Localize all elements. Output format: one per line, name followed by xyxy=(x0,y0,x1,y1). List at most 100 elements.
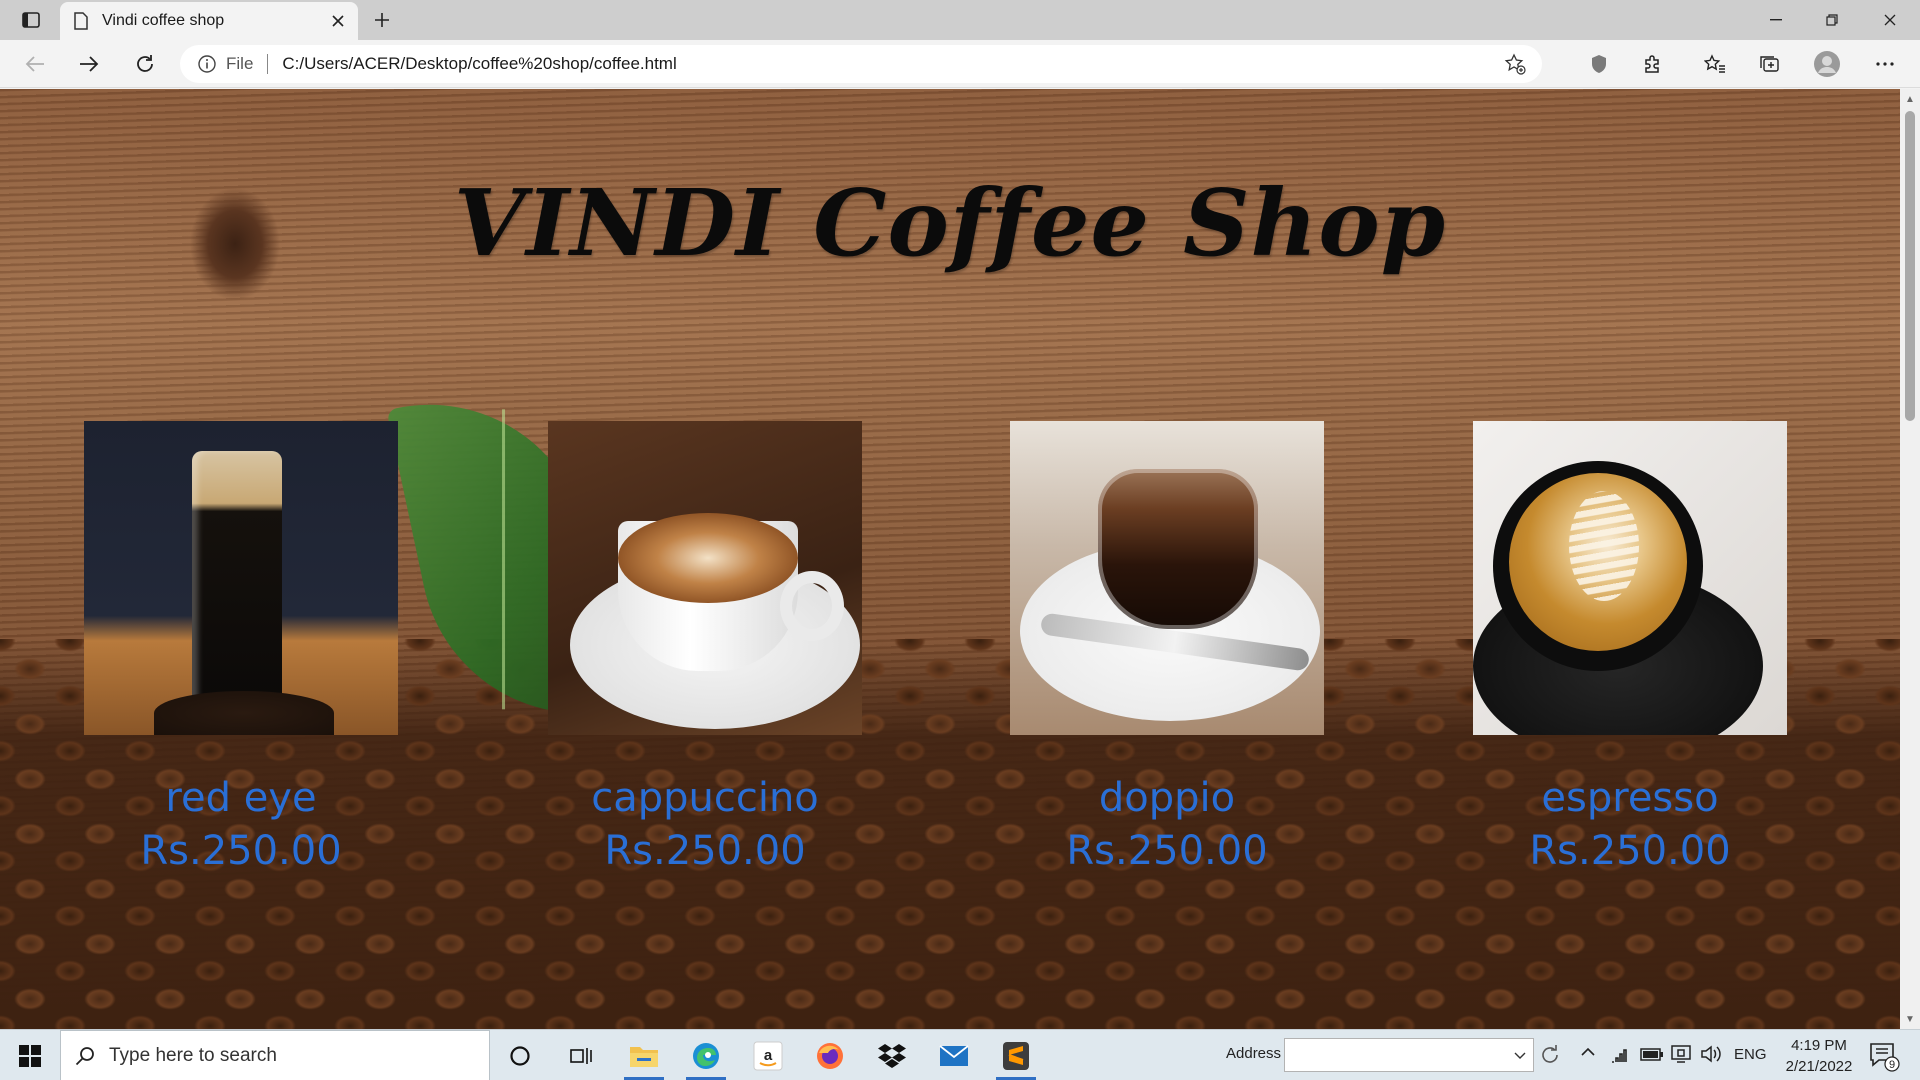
devices-icon[interactable] xyxy=(1670,1044,1692,1064)
mail-button[interactable] xyxy=(928,1034,980,1078)
address-bar[interactable]: File C:/Users/ACER/Desktop/coffee%20shop… xyxy=(180,45,1542,83)
product-price: Rs.250.00 xyxy=(1529,828,1731,874)
favorites-button[interactable] xyxy=(1698,48,1732,80)
page-icon xyxy=(74,12,88,30)
product-name: doppio xyxy=(1098,775,1236,821)
tab-title: Vindi coffee shop xyxy=(102,12,225,29)
windows-icon xyxy=(19,1045,41,1067)
clock[interactable]: 4:19 PM 2/21/2022 xyxy=(1774,1035,1864,1077)
taskbar-search[interactable]: Type here to search xyxy=(60,1030,490,1080)
browser-toolbar: File C:/Users/ACER/Desktop/coffee%20shop… xyxy=(0,40,1920,88)
product-card-red-eye: red eye Rs.250.00 xyxy=(84,421,398,881)
amazon-button[interactable]: a xyxy=(742,1034,794,1078)
coffee-grounds xyxy=(154,691,334,735)
product-price: Rs.250.00 xyxy=(1066,828,1268,874)
collections-button[interactable] xyxy=(1752,48,1786,80)
task-view-button[interactable] xyxy=(556,1034,608,1078)
clock-time: 4:19 PM xyxy=(1791,1037,1847,1054)
notification-center-icon[interactable]: 9 xyxy=(1868,1040,1900,1072)
task-view-icon xyxy=(570,1048,592,1064)
espresso-photo xyxy=(1473,421,1787,735)
minimize-button[interactable] xyxy=(1748,0,1804,40)
file-explorer-button[interactable] xyxy=(618,1034,670,1080)
folder-icon xyxy=(630,1047,658,1067)
firefox-button[interactable] xyxy=(804,1034,856,1078)
product-name: cappuccino xyxy=(591,775,819,821)
product-card-doppio: doppio Rs.250.00 xyxy=(1010,421,1324,881)
network-icon[interactable] xyxy=(1610,1044,1632,1064)
cup-handle xyxy=(780,571,844,641)
edge-icon xyxy=(693,1043,719,1069)
sublime-text-button[interactable] xyxy=(990,1034,1042,1080)
chevron-down-icon[interactable] xyxy=(1513,1048,1527,1062)
cortana-button[interactable] xyxy=(494,1034,546,1078)
product-card-espresso: espresso Rs.250.00 xyxy=(1473,421,1787,881)
volume-icon[interactable] xyxy=(1700,1044,1722,1064)
firefox-icon xyxy=(817,1043,843,1069)
vertical-scrollbar[interactable]: ▲ ▼ xyxy=(1900,89,1920,1029)
browser-tab[interactable]: Vindi coffee shop xyxy=(60,2,358,40)
page-viewport: VINDI Coffee Shop red eye Rs.250.00 capp… xyxy=(0,89,1900,1029)
address-toolbar-label: Address xyxy=(1226,1045,1282,1062)
refresh-button[interactable] xyxy=(128,48,162,80)
start-button[interactable] xyxy=(8,1036,52,1076)
close-window-button[interactable] xyxy=(1862,0,1918,40)
cortana-icon xyxy=(510,1046,530,1066)
amazon-icon: a xyxy=(753,1041,783,1071)
product-price: Rs.250.00 xyxy=(604,828,806,874)
address-toolbar-input[interactable] xyxy=(1284,1038,1534,1072)
tall-glass xyxy=(192,451,282,713)
tab-actions-icon xyxy=(22,12,40,28)
collections-icon xyxy=(1760,56,1779,72)
search-placeholder: Type here to search xyxy=(109,1044,277,1066)
rosetta-pattern xyxy=(1569,491,1639,601)
glass-cup xyxy=(1098,469,1258,629)
extensions-button[interactable] xyxy=(1636,48,1670,80)
url-text[interactable]: C:/Users/ACER/Desktop/coffee%20shop/coff… xyxy=(282,54,676,74)
dropbox-button[interactable] xyxy=(866,1034,918,1078)
product-name: espresso xyxy=(1541,775,1719,821)
restore-icon xyxy=(1826,14,1838,26)
shield-icon xyxy=(1592,55,1606,73)
scroll-thumb[interactable] xyxy=(1905,111,1915,421)
svg-text:a: a xyxy=(764,1047,773,1064)
product-card-cappuccino: cappuccino Rs.250.00 xyxy=(548,421,862,881)
close-icon xyxy=(1884,14,1896,26)
puzzle-icon xyxy=(1645,55,1659,73)
restore-button[interactable] xyxy=(1804,0,1860,40)
back-button[interactable] xyxy=(18,48,52,80)
page-heading: VINDI Coffee Shop xyxy=(453,169,1447,277)
sublime-text-icon xyxy=(1003,1042,1029,1070)
language-indicator[interactable]: ENG xyxy=(1734,1046,1767,1063)
minimize-icon xyxy=(1770,19,1782,21)
scroll-up-icon[interactable]: ▲ xyxy=(1904,93,1916,105)
battery-icon[interactable] xyxy=(1640,1044,1664,1064)
new-tab-button[interactable] xyxy=(368,6,396,34)
avatar-icon xyxy=(1814,51,1840,77)
arrow-left-icon xyxy=(25,56,44,72)
notification-count: 9 xyxy=(1889,1059,1895,1071)
tab-bar: Vindi coffee shop xyxy=(0,0,1920,40)
forward-button[interactable] xyxy=(72,48,106,80)
more-options-button[interactable] xyxy=(1868,48,1902,80)
file-label: File xyxy=(226,54,254,73)
red-eye-photo xyxy=(84,421,398,735)
latte-art xyxy=(618,513,798,603)
scroll-down-icon[interactable]: ▼ xyxy=(1904,1013,1916,1025)
clock-date: 2/21/2022 xyxy=(1785,1058,1853,1075)
tab-actions-button[interactable] xyxy=(14,7,48,33)
show-hidden-icons-icon[interactable] xyxy=(1580,1044,1596,1060)
address-separator xyxy=(267,54,269,74)
add-favorite-icon[interactable] xyxy=(1504,53,1526,75)
close-tab-icon[interactable] xyxy=(332,15,344,27)
refresh-icon[interactable] xyxy=(1538,1042,1562,1068)
refresh-icon xyxy=(137,55,153,72)
profile-button[interactable] xyxy=(1810,48,1844,80)
product-name: red eye xyxy=(165,775,317,821)
taskbar: Type here to search a Address ENG 4:19 P… xyxy=(0,1029,1920,1080)
cappuccino-photo xyxy=(548,421,862,735)
edge-button[interactable] xyxy=(680,1034,732,1080)
ellipsis-icon xyxy=(1876,62,1894,66)
tracking-prevention-button[interactable] xyxy=(1582,48,1616,80)
arrow-right-icon xyxy=(80,56,99,72)
